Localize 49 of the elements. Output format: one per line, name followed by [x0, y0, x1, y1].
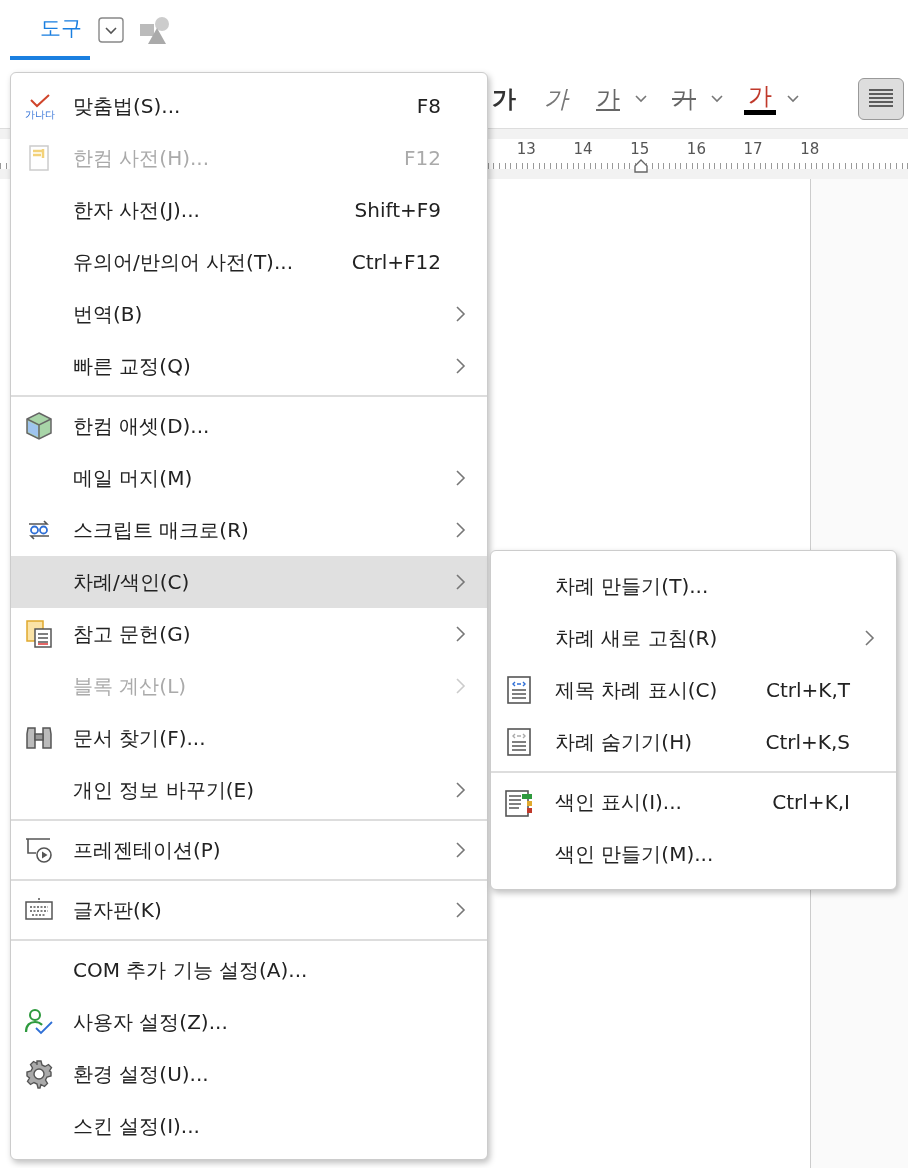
- justify-button[interactable]: [858, 78, 904, 120]
- menu-item[interactable]: 차례 새로 고침(R): [491, 612, 896, 664]
- menu-item[interactable]: 참고 문헌(G): [11, 608, 487, 660]
- menu-item[interactable]: 글자판(K): [11, 884, 487, 936]
- ruler-label: 16: [685, 139, 707, 159]
- caret-icon[interactable]: [710, 94, 724, 104]
- menu-item[interactable]: 한자 사전(J)... Shift+F9: [11, 184, 487, 236]
- shapes-icon[interactable]: [138, 16, 172, 46]
- ribbon-tab[interactable]: 도구: [10, 0, 90, 60]
- menu-item[interactable]: 개인 정보 바꾸기(E): [11, 764, 487, 816]
- tab-marker[interactable]: [633, 159, 649, 173]
- icon-label: 가나다: [25, 108, 55, 120]
- format-button[interactable]: 가: [668, 83, 700, 115]
- menu-item[interactable]: 번역(B): [11, 288, 487, 340]
- format-button[interactable]: 가: [744, 83, 776, 115]
- ruler-label: 14: [572, 139, 594, 159]
- menu-item[interactable]: 사용자 설정(Z)...: [11, 996, 487, 1048]
- menu-item[interactable]: 색인 만들기(M)...: [491, 828, 896, 880]
- menu-item[interactable]: 차례 만들기(T)...: [491, 560, 896, 612]
- menu-item[interactable]: COM 추가 기능 설정(A)...: [11, 944, 487, 996]
- dropdown-icon[interactable]: [98, 17, 124, 43]
- check-icon: [28, 92, 52, 109]
- ruler-label: 17: [742, 139, 764, 159]
- menu-item[interactable]: 스크립트 매크로(R): [11, 504, 487, 556]
- menu-item[interactable]: 한컴 애셋(D)...: [11, 400, 487, 452]
- menu-item[interactable]: 차례/색인(C): [11, 556, 487, 608]
- format-button[interactable]: 가: [488, 83, 520, 115]
- menu-item[interactable]: 색인 표시(I)... Ctrl+K,I: [491, 776, 896, 828]
- settings-icon: [23, 1058, 55, 1090]
- menu-item[interactable]: 빠른 교정(Q): [11, 340, 487, 392]
- ruler-label: 13: [515, 139, 537, 159]
- menu-item[interactable]: 유의어/반의어 사전(T)... Ctrl+F12: [11, 236, 487, 288]
- ruler-label: 15: [629, 139, 651, 159]
- format-button[interactable]: 가: [592, 83, 624, 115]
- documents-icon: [23, 618, 55, 650]
- menu-item[interactable]: 제목 차례 표시(C) Ctrl+K,T: [491, 664, 896, 716]
- menu-item[interactable]: 환경 설정(U)...: [11, 1048, 487, 1100]
- menu-item[interactable]: 문서 찾기(F)...: [11, 712, 487, 764]
- menu-item[interactable]: 스킨 설정(I)...: [11, 1100, 487, 1152]
- menu-item[interactable]: 차례 숨기기(H) Ctrl+K,S: [491, 716, 896, 768]
- caret-icon[interactable]: [634, 94, 648, 104]
- menu-item[interactable]: 메일 머지(M): [11, 452, 487, 504]
- justify-icon: [868, 88, 894, 110]
- menu-item[interactable]: 가나다 맞춤법(S)... F8: [11, 80, 487, 132]
- format-button[interactable]: 가: [540, 83, 572, 115]
- cube-icon: [23, 410, 55, 442]
- caret-icon[interactable]: [786, 94, 800, 104]
- menu-item[interactable]: 프레젠테이션(P): [11, 824, 487, 876]
- ruler-label: 18: [799, 139, 821, 159]
